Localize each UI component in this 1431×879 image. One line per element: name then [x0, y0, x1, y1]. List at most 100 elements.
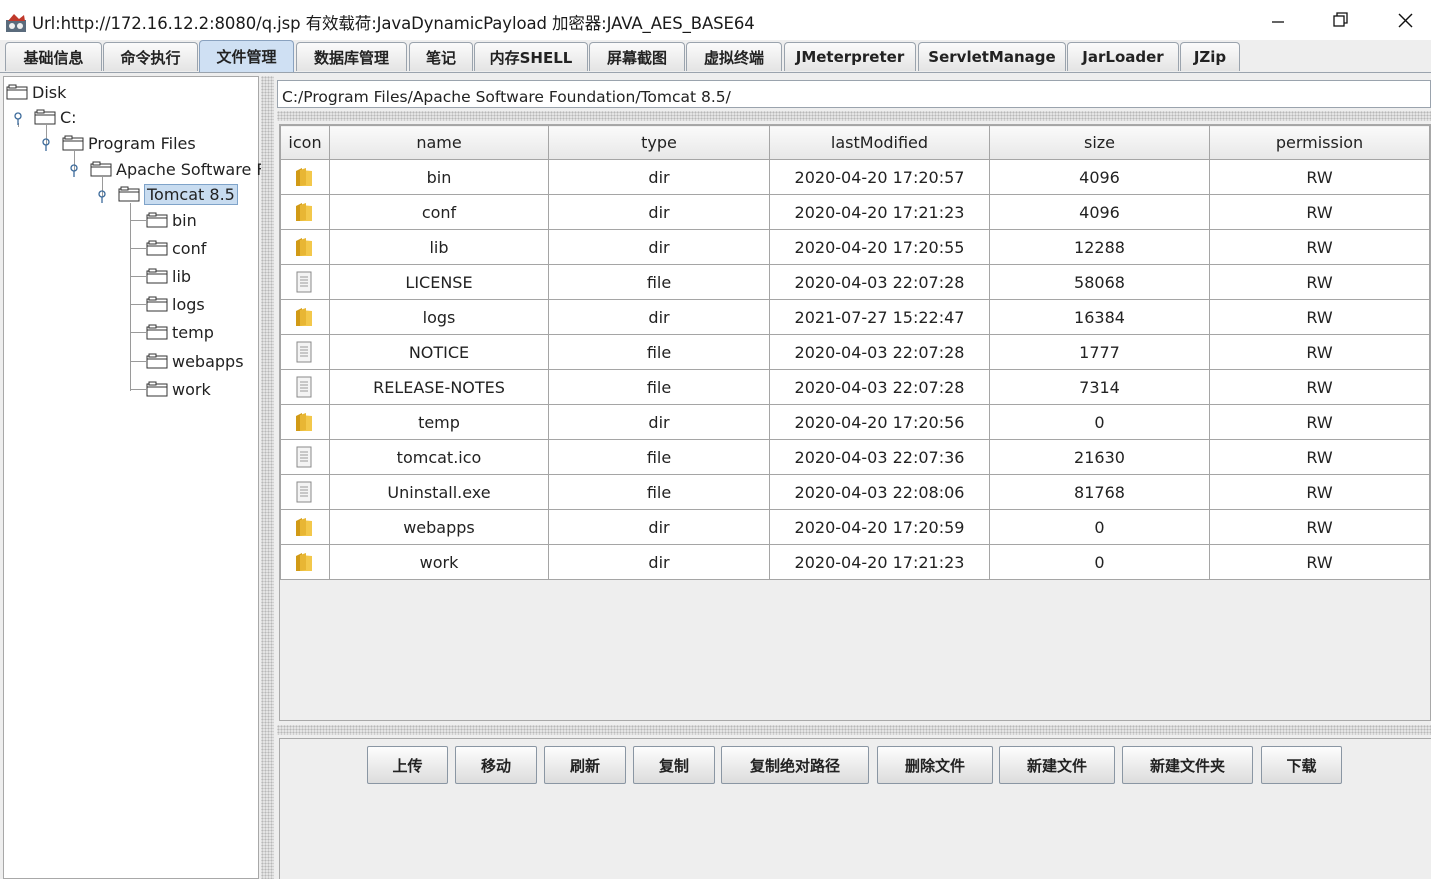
restore-icon: [1333, 12, 1348, 27]
column-header-size[interactable]: size: [989, 125, 1210, 160]
restore-button[interactable]: [1321, 6, 1361, 36]
tab-jzip[interactable]: JZip: [1180, 42, 1240, 71]
folder-icon: [6, 84, 28, 100]
folder-icon: [34, 109, 56, 125]
expand-toggle-icon[interactable]: [68, 163, 80, 177]
horizontal-splitter[interactable]: [277, 725, 1431, 735]
tree-node-disk[interactable]: Disk: [6, 81, 66, 103]
file-table-panel: icon name type lastModified size permiss…: [279, 124, 1431, 721]
cell-size: 1777: [989, 334, 1210, 370]
table-row[interactable]: Uninstall.exe file 2020-04-03 22:08:06 8176…: [280, 474, 1430, 510]
tab-command-exec[interactable]: 命令执行: [103, 42, 198, 71]
column-header-type[interactable]: type: [548, 125, 770, 160]
tree-node-apache[interactable]: Apache Software F: [90, 158, 266, 180]
minimize-button[interactable]: [1258, 6, 1298, 36]
table-row[interactable]: work dir 2020-04-20 17:21:23 0 RW: [280, 544, 1430, 580]
cell-name: temp: [329, 404, 549, 440]
table-row[interactable]: temp dir 2020-04-20 17:20:56 0 RW: [280, 404, 1430, 440]
file-tree[interactable]: Disk C: Program Files Apache Software F …: [3, 76, 266, 879]
folder-icon: [146, 324, 168, 340]
tree-node-work[interactable]: work: [146, 378, 211, 400]
cell-permission: RW: [1209, 509, 1430, 545]
cell-lastmodified: 2020-04-03 22:07:28: [769, 264, 990, 300]
column-header-permission[interactable]: permission: [1209, 125, 1430, 160]
tree-node-bin[interactable]: bin: [146, 209, 197, 231]
move-button[interactable]: 移动: [455, 746, 537, 784]
refresh-button[interactable]: 刷新: [544, 746, 626, 784]
cell-lastmodified: 2020-04-03 22:07:28: [769, 369, 990, 405]
tree-node-drive-c[interactable]: C:: [34, 106, 77, 128]
table-row[interactable]: logs dir 2021-07-27 15:22:47 16384 RW: [280, 299, 1430, 335]
tree-node-webapps[interactable]: webapps: [146, 350, 244, 372]
tab-screenshot[interactable]: 屏幕截图: [589, 42, 685, 71]
tree-node-program-files[interactable]: Program Files: [62, 132, 196, 154]
table-body: bin dir 2020-04-20 17:20:57 4096 RW conf dir 20…: [280, 159, 1430, 580]
file-icon: [296, 341, 312, 363]
copy-button[interactable]: 复制: [633, 746, 715, 784]
cell-permission: RW: [1209, 439, 1430, 475]
delete-file-button[interactable]: 删除文件: [877, 746, 993, 784]
cell-icon: [280, 439, 330, 475]
tab-file-manager[interactable]: 文件管理: [199, 40, 294, 72]
table-row[interactable]: webapps dir 2020-04-20 17:20:59 0 RW: [280, 509, 1430, 545]
table-row[interactable]: RELEASE-NOTES file 2020-04-03 22:07:28 7314…: [280, 369, 1430, 405]
cell-type: dir: [548, 299, 770, 335]
tree-node-label: Apache Software F: [116, 159, 266, 179]
cell-lastmodified: 2020-04-20 17:20:55: [769, 229, 990, 265]
tab-basic-info[interactable]: 基础信息: [5, 42, 102, 71]
vertical-splitter[interactable]: [261, 76, 274, 879]
window-title: Url:http://172.16.12.2:8080/q.jsp 有效载荷:J…: [32, 14, 755, 33]
new-folder-button[interactable]: 新建文件夹: [1122, 746, 1253, 784]
expand-toggle-icon[interactable]: [40, 137, 52, 151]
tree-node-label: webapps: [172, 351, 244, 371]
upload-button[interactable]: 上传: [367, 746, 448, 784]
cell-size: 16384: [989, 299, 1210, 335]
column-header-lastmodified[interactable]: lastModified: [769, 125, 990, 160]
tab-jmeterpreter[interactable]: JMeterpreter: [784, 42, 916, 71]
tab-jarloader[interactable]: JarLoader: [1067, 42, 1179, 71]
cell-type: dir: [548, 544, 770, 580]
cell-permission: RW: [1209, 194, 1430, 230]
table-row[interactable]: tomcat.ico file 2020-04-03 22:07:36 21630 RW: [280, 439, 1430, 475]
table-row[interactable]: lib dir 2020-04-20 17:20:55 12288 RW: [280, 229, 1430, 265]
column-header-name[interactable]: name: [329, 125, 549, 160]
tab-servletmanage[interactable]: ServletManage: [918, 42, 1066, 71]
cell-permission: RW: [1209, 474, 1430, 510]
tab-strip: 基础信息 命令执行 文件管理 数据库管理 笔记 内存SHELL 屏幕截图 虚拟终…: [0, 40, 1431, 74]
close-button[interactable]: [1386, 6, 1426, 36]
tree-node-temp[interactable]: temp: [146, 321, 214, 343]
cell-size: 4096: [989, 194, 1210, 230]
table-row[interactable]: conf dir 2020-04-20 17:21:23 4096 RW: [280, 194, 1430, 230]
expand-toggle-icon[interactable]: [96, 189, 108, 203]
table-row[interactable]: NOTICE file 2020-04-03 22:07:28 1777 RW: [280, 334, 1430, 370]
tree-node-lib[interactable]: lib: [146, 265, 191, 287]
table-row[interactable]: LICENSE file 2020-04-03 22:07:28 58068 RW: [280, 264, 1430, 300]
tab-notes[interactable]: 笔记: [409, 42, 473, 71]
cell-permission: RW: [1209, 404, 1430, 440]
tree-connector: [130, 389, 146, 390]
cell-name: conf: [329, 194, 549, 230]
tree-node-conf[interactable]: conf: [146, 237, 206, 259]
tab-database-manager[interactable]: 数据库管理: [296, 42, 407, 71]
tree-node-tomcat[interactable]: Tomcat 8.5: [118, 183, 238, 205]
horizontal-splitter[interactable]: [277, 111, 1431, 121]
column-header-icon[interactable]: icon: [280, 125, 330, 160]
app-icon: [6, 14, 26, 32]
copy-absolute-path-button[interactable]: 复制绝对路径: [721, 746, 869, 784]
tab-virtual-terminal[interactable]: 虚拟终端: [686, 42, 782, 71]
download-button[interactable]: 下载: [1261, 746, 1342, 784]
tree-node-label: Program Files: [88, 133, 196, 153]
tab-memory-shell[interactable]: 内存SHELL: [474, 42, 588, 71]
cell-name: RELEASE-NOTES: [329, 369, 549, 405]
new-file-button[interactable]: 新建文件: [999, 746, 1115, 784]
tree-node-logs[interactable]: logs: [146, 293, 205, 315]
cell-size: 21630: [989, 439, 1210, 475]
cell-type: file: [548, 369, 770, 405]
cell-name: tomcat.ico: [329, 439, 549, 475]
cell-icon: [280, 229, 330, 265]
expand-toggle-icon[interactable]: [12, 111, 24, 125]
cell-size: 58068: [989, 264, 1210, 300]
path-input[interactable]: [277, 80, 1431, 108]
folder-icon: [146, 296, 168, 312]
table-row[interactable]: bin dir 2020-04-20 17:20:57 4096 RW: [280, 159, 1430, 195]
